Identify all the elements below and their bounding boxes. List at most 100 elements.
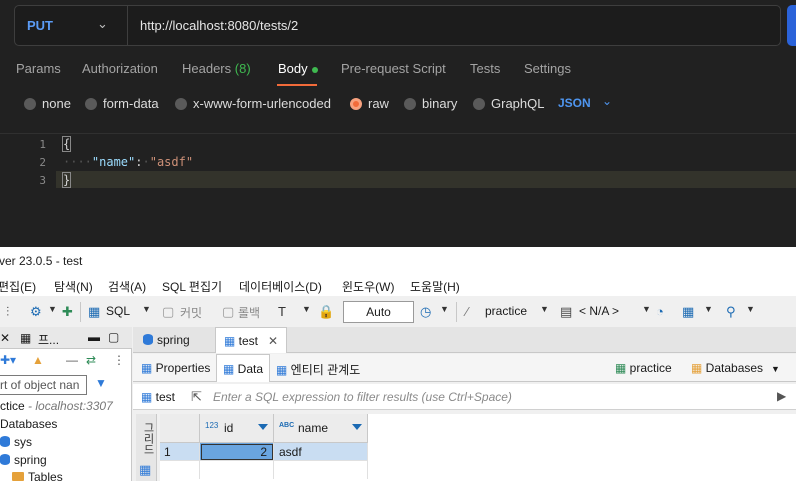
- rollback-icon[interactable]: ▢: [222, 304, 234, 320]
- window-title: ver 23.0.5 - test: [0, 254, 83, 268]
- active-schema-select[interactable]: < N/A >: [579, 304, 619, 318]
- code-line-1: {: [61, 136, 72, 152]
- cell-name[interactable]: asdf: [274, 443, 368, 461]
- radio-raw[interactable]: raw: [350, 96, 389, 111]
- tree-tables[interactable]: Tables: [12, 470, 63, 481]
- grid-icon[interactable]: ▦: [139, 462, 151, 478]
- expand-icon[interactable]: ⇱: [191, 389, 202, 405]
- tab-body[interactable]: Body: [278, 61, 318, 76]
- transaction-mode-select[interactable]: Auto: [343, 301, 414, 323]
- url-input[interactable]: http://localhost:8080/tests/2: [140, 18, 298, 33]
- filter-icon[interactable]: ▼: [95, 376, 107, 390]
- subtab-link-databases[interactable]: ▦ Databases ▼: [685, 354, 786, 382]
- connect-icon[interactable]: ⚙: [30, 304, 42, 320]
- column-header-name[interactable]: ABC name: [274, 414, 368, 443]
- radio-binary[interactable]: binary: [404, 96, 457, 111]
- sort-icon[interactable]: [352, 424, 362, 430]
- rollback-button[interactable]: 롤백: [238, 304, 260, 321]
- dropdown-arrow-icon[interactable]: ▼: [142, 304, 151, 314]
- subtab-data[interactable]: ▦ Data: [216, 354, 271, 382]
- folder-icon: ▦: [691, 361, 706, 375]
- tree-db-spring[interactable]: spring: [0, 453, 47, 467]
- radio-icon: [24, 97, 36, 110]
- pin-icon[interactable]: ⫶: [6, 304, 9, 320]
- row-number[interactable]: 1: [160, 443, 200, 461]
- tree-connection[interactable]: ctice - localhost:3307: [0, 399, 113, 413]
- dashboard-icon[interactable]: ◔: [656, 304, 664, 319]
- radio-none[interactable]: none: [24, 96, 71, 111]
- collapse-icon[interactable]: —: [66, 353, 78, 367]
- link-icon[interactable]: ⇄: [86, 353, 96, 367]
- maximize-icon[interactable]: ▢: [108, 330, 119, 344]
- menu-sql-editor[interactable]: SQL 편집기: [162, 278, 222, 295]
- dropdown-arrow-icon[interactable]: ▼: [642, 304, 651, 314]
- dropdown-arrow-icon[interactable]: ▼: [302, 304, 311, 314]
- dropdown-arrow-icon[interactable]: ▼: [746, 304, 755, 314]
- radio-graphql[interactable]: GraphQL: [473, 96, 544, 111]
- cell-id[interactable]: 2: [200, 443, 274, 461]
- lock-icon[interactable]: 🔒: [318, 304, 334, 320]
- navigator-filter-input[interactable]: rt of object nan: [0, 375, 87, 395]
- subtab-properties[interactable]: ▦ Properties: [135, 354, 216, 382]
- new-connection-icon[interactable]: ✚▾: [0, 353, 16, 367]
- format-select[interactable]: JSON: [558, 96, 591, 110]
- sql-button[interactable]: SQL: [106, 304, 130, 318]
- tab-headers[interactable]: Headers (8): [182, 61, 251, 76]
- dropdown-arrow-icon[interactable]: ▼: [48, 304, 57, 314]
- sort-icon[interactable]: [258, 424, 268, 430]
- commit-icon[interactable]: ▢: [162, 304, 174, 320]
- tab-label: Databases: [705, 361, 764, 375]
- menu-database[interactable]: 데이터베이스(D): [239, 278, 322, 295]
- history-icon[interactable]: ◷: [420, 304, 431, 320]
- filter-expression-input[interactable]: Enter a SQL expression to filter results…: [213, 390, 512, 404]
- new-folder-icon[interactable]: ▲: [32, 353, 44, 367]
- new-connection-icon[interactable]: ✚: [62, 304, 73, 320]
- commit-button[interactable]: 커밋: [180, 304, 202, 321]
- apply-filter-icon[interactable]: ▶: [777, 389, 786, 403]
- tab-params[interactable]: Params: [16, 61, 61, 76]
- more-icon[interactable]: ⋮: [113, 353, 125, 367]
- menu-window[interactable]: 윈도우(W): [342, 278, 394, 295]
- chevron-down-icon[interactable]: ⌄: [97, 16, 108, 32]
- dropdown-arrow-icon[interactable]: ▼: [771, 364, 780, 374]
- column-header-id[interactable]: 123 id: [200, 414, 274, 443]
- subtab-er-diagram[interactable]: ▦ 엔티티 관계도: [270, 354, 366, 382]
- chevron-down-icon[interactable]: ⌄: [602, 94, 612, 108]
- dropdown-arrow-icon[interactable]: ▼: [540, 304, 549, 314]
- tree-db-sys[interactable]: sys: [0, 435, 32, 449]
- body-code-editor[interactable]: 1 2 3 { ····"name":·"asdf" }: [0, 133, 796, 247]
- sql-editor-icon[interactable]: ▦: [88, 304, 100, 320]
- minimize-icon[interactable]: ▬: [88, 330, 100, 344]
- datasource-icon: ▦: [615, 361, 630, 375]
- tab-settings[interactable]: Settings: [524, 61, 571, 76]
- radio-form-data[interactable]: form-data: [85, 96, 159, 111]
- network-icon[interactable]: ▦: [682, 304, 694, 320]
- tab-pre-request-script[interactable]: Pre-request Script: [341, 61, 446, 76]
- dropdown-arrow-icon[interactable]: ▼: [440, 304, 449, 314]
- menu-edit[interactable]: 편집(E): [0, 278, 36, 295]
- grid-view-label[interactable]: 그리드: [140, 422, 156, 455]
- http-method-select[interactable]: PUT: [27, 18, 53, 33]
- dropdown-arrow-icon[interactable]: ▼: [704, 304, 713, 314]
- editor-tab-spring[interactable]: spring: [135, 327, 198, 353]
- current-line-highlight: [56, 171, 796, 188]
- menu-navigate[interactable]: 탐색(N): [54, 278, 93, 295]
- radio-x-www-form-urlencoded[interactable]: x-www-form-urlencoded: [175, 96, 331, 111]
- tree-label: Tables: [28, 470, 63, 481]
- transaction-mode-icon[interactable]: T: [278, 304, 286, 319]
- subtab-link-practice[interactable]: ▦ practice: [609, 354, 678, 382]
- close-icon[interactable]: ✕: [0, 331, 10, 345]
- open-brace: {: [61, 136, 72, 152]
- active-datasource-select[interactable]: practice: [485, 304, 527, 318]
- connection-host: - localhost:3307: [28, 399, 113, 413]
- menu-search[interactable]: 검색(A): [108, 278, 146, 295]
- tab-authorization[interactable]: Authorization: [82, 61, 158, 76]
- editor-tab-test[interactable]: ▦ test ✕: [215, 327, 288, 353]
- tree-databases[interactable]: Databases: [0, 417, 57, 431]
- close-icon[interactable]: ✕: [268, 334, 278, 348]
- send-button[interactable]: [787, 5, 796, 46]
- tab-tests[interactable]: Tests: [470, 61, 500, 76]
- search-icon[interactable]: ⚲: [726, 304, 736, 320]
- navigator-tab[interactable]: 프...: [38, 331, 59, 348]
- menu-help[interactable]: 도움말(H): [410, 278, 460, 295]
